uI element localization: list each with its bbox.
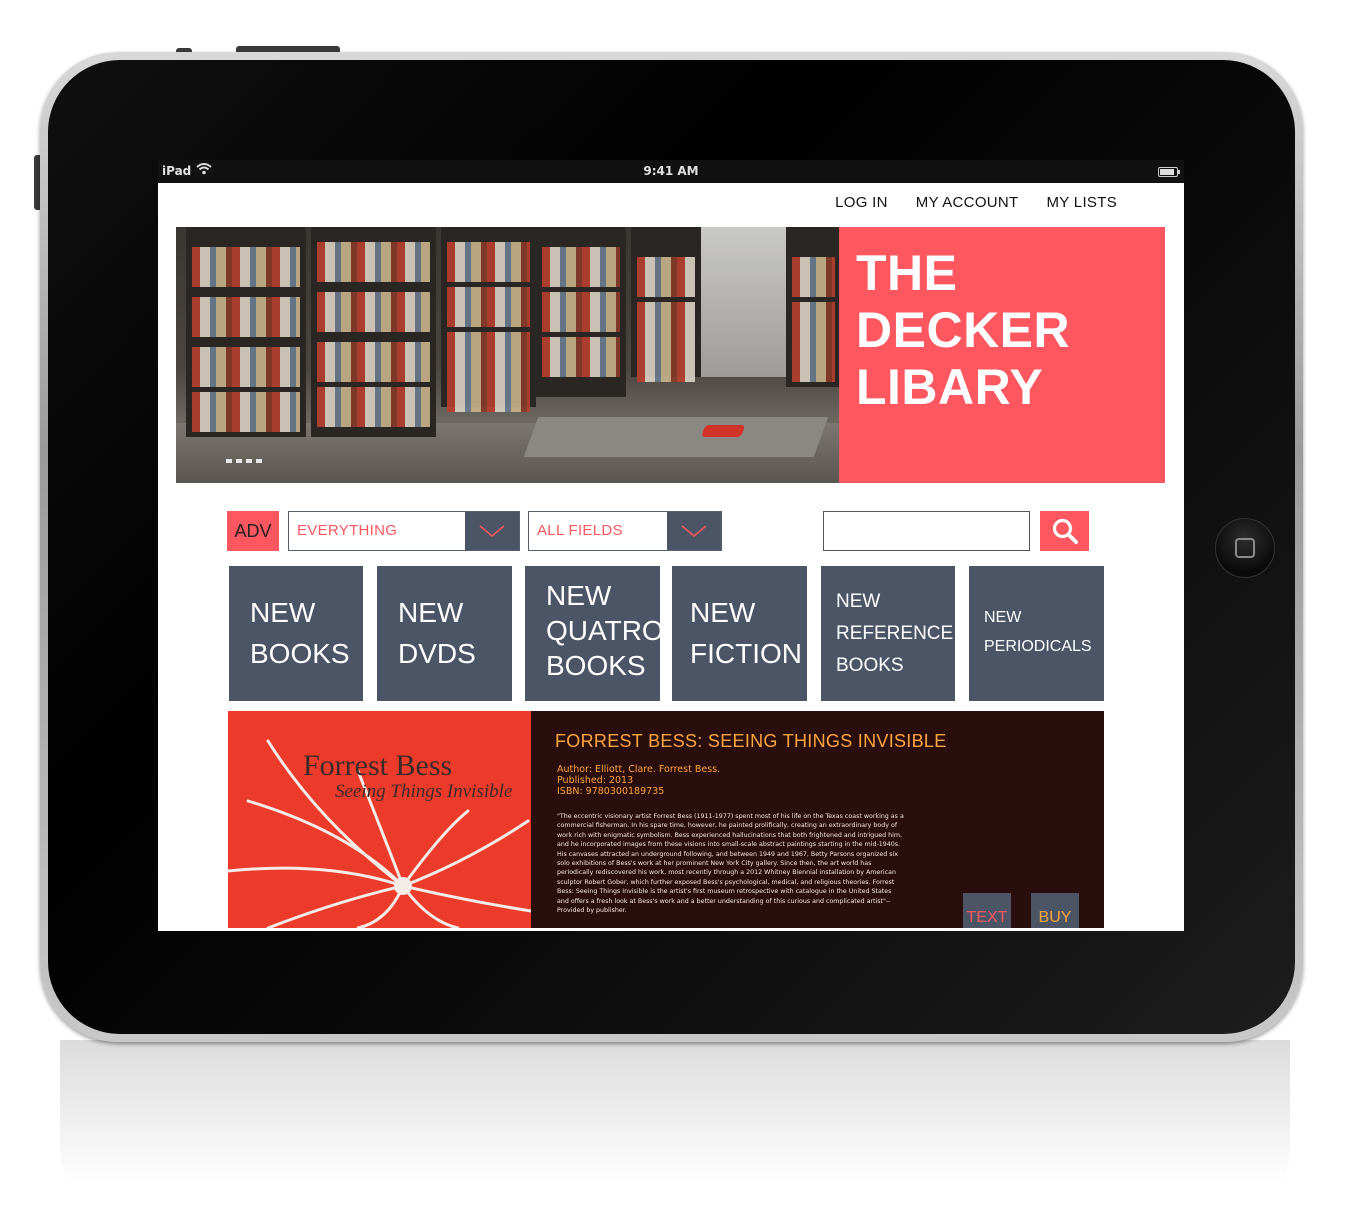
tile-new-books[interactable]: NEW BOOKS — [229, 566, 363, 701]
tile-new-fiction[interactable]: NEW FICTION — [672, 566, 807, 701]
top-nav: LOG IN MY ACCOUNT MY LISTS — [835, 194, 1117, 211]
hero-title-box: THE DECKER LIBARY — [839, 227, 1165, 483]
device-reflection — [60, 1040, 1290, 1210]
chevron-down-icon[interactable] — [667, 512, 721, 550]
featured-author: Author: Elliott, Clare. Forrest Bess. — [557, 764, 721, 775]
device-top-buttons — [176, 44, 346, 53]
scope-dropdown[interactable]: EVERYTHING — [288, 511, 520, 551]
featured-description: "The eccentric visionary artist Forrest … — [557, 813, 904, 915]
tile-new-dvds[interactable]: NEW DVDS — [377, 566, 512, 701]
chevron-down-icon[interactable] — [465, 512, 519, 550]
featured-item: Forrest Bess Seeing Things Invisible FOR… — [228, 711, 1104, 928]
my-account-link[interactable]: MY ACCOUNT — [916, 194, 1019, 211]
advanced-search-button[interactable]: ADV — [227, 511, 279, 551]
tile-new-reference-books[interactable]: NEW REFERENCE BOOKS — [821, 566, 955, 701]
tile-new-quatro-books[interactable]: NEW QUATRO BOOKS — [525, 566, 664, 701]
home-button[interactable] — [1215, 518, 1275, 578]
home-square-icon — [1235, 538, 1255, 558]
tile-new-periodicals[interactable]: NEW PERIODICALS — [969, 566, 1104, 701]
cover-subtitle: Seeing Things Invisible — [335, 781, 513, 802]
status-bar: iPad 9:41 AM — [158, 160, 1184, 183]
carousel-dots[interactable] — [226, 459, 262, 463]
screen: iPad 9:41 AM LOG IN MY ACCOUNT MY LISTS … — [158, 160, 1184, 931]
battery-icon — [1158, 167, 1180, 177]
buy-button[interactable]: BUY — [1031, 893, 1079, 928]
featured-title[interactable]: FORREST BESS: SEEING THINGS INVISIBLE — [555, 731, 947, 752]
search-button[interactable] — [1040, 511, 1089, 551]
site-title: THE DECKER LIBARY — [856, 245, 1071, 415]
login-link[interactable]: LOG IN — [835, 194, 888, 211]
featured-isbn: ISBN: 9780300189735 — [557, 786, 665, 797]
book-cover[interactable]: Forrest Bess Seeing Things Invisible — [228, 711, 531, 928]
featured-meta: Author: Elliott, Clare. Forrest Bess. Pu… — [557, 764, 720, 797]
hero-image — [176, 227, 839, 483]
featured-published: Published: 2013 — [557, 775, 634, 786]
search-input[interactable] — [823, 511, 1030, 551]
field-dropdown[interactable]: ALL FIELDS — [528, 511, 722, 551]
scope-value: EVERYTHING — [297, 522, 398, 539]
cover-title: Forrest Bess — [303, 749, 453, 782]
my-lists-link[interactable]: MY LISTS — [1047, 194, 1117, 211]
search-icon — [1052, 518, 1078, 544]
text-button[interactable]: TEXT — [963, 893, 1011, 928]
clock: 9:41 AM — [643, 164, 699, 178]
field-value: ALL FIELDS — [537, 522, 623, 539]
